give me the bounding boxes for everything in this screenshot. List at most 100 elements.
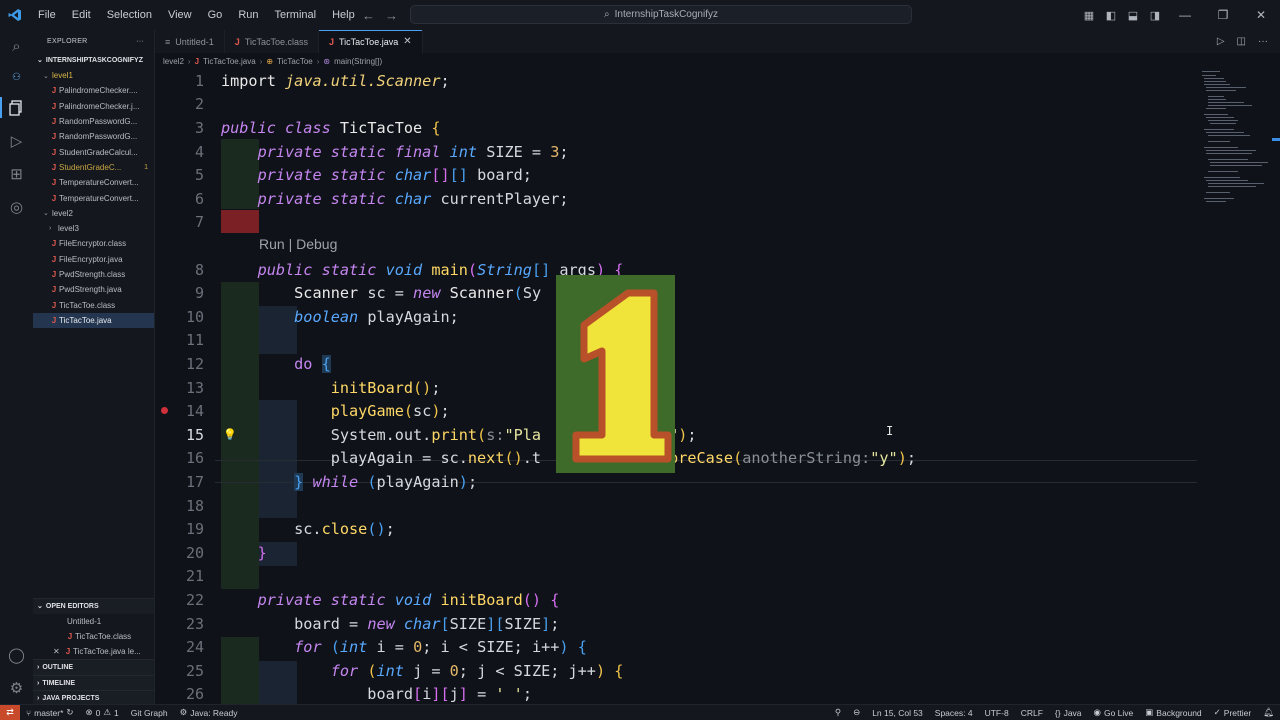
close-icon[interactable]: ✕	[53, 647, 63, 656]
code-line: } while (playAgain);	[294, 472, 478, 491]
file-studentgrade-class[interactable]: J StudentGradeCalcul...	[33, 144, 154, 159]
accounts-badge-icon[interactable]: ⚇	[0, 63, 33, 91]
file-tictactoe-class[interactable]: J TicTacToe.class	[33, 297, 154, 312]
outline-header[interactable]: › OUTLINE	[33, 659, 154, 675]
file-palindrome-java[interactable]: J PalindromeChecker.j...	[33, 99, 154, 114]
debug-status-icon[interactable]: ⚲	[829, 707, 847, 718]
vscode-logo-icon	[0, 0, 30, 30]
tab-tictactoe-class[interactable]: J TicTacToe.class	[225, 30, 319, 53]
java-projects-header[interactable]: › JAVA PROJECTS	[33, 690, 154, 704]
menu-help[interactable]: Help	[324, 0, 363, 30]
remote-explorer-icon[interactable]: ◎	[0, 190, 33, 223]
restore-icon[interactable]: ❐	[1204, 0, 1242, 30]
close-tab-icon[interactable]: ✕	[403, 36, 411, 47]
command-center-search[interactable]: ⌕ InternshipTaskCognifyz	[410, 5, 912, 24]
file-temperature-java[interactable]: J TemperatureConvert...	[33, 190, 154, 205]
go-live[interactable]: ◉ Go Live	[1088, 707, 1140, 718]
java-status[interactable]: ⚙ Java: Ready	[174, 707, 244, 718]
branch-icon: ⑂	[26, 707, 32, 718]
file-pwdstrength-java[interactable]: J PwdStrength.java	[33, 282, 154, 297]
file-label: StudentGradeC...	[59, 162, 122, 172]
cursor-position[interactable]: Ln 15, Col 53	[866, 708, 929, 718]
breadcrumb: level2 › J TicTacToe.java › ⊕ TicTacToe …	[155, 53, 1280, 69]
manage-gear-icon[interactable]: ⚙	[0, 671, 33, 704]
line-number: 18	[185, 496, 204, 515]
more-actions-icon[interactable]: ···	[1258, 36, 1268, 47]
account-icon[interactable]: ◯	[0, 638, 33, 671]
explorer-icon[interactable]	[0, 91, 33, 124]
search-view-icon[interactable]: ⌕	[0, 30, 33, 63]
broadcast-icon: ◉	[1093, 707, 1101, 717]
menu-view[interactable]: View	[160, 0, 200, 30]
menu-edit[interactable]: Edit	[64, 0, 99, 30]
folder-level1[interactable]: ⌄ level1	[33, 68, 154, 83]
minimap[interactable]	[1200, 69, 1272, 229]
menu-file[interactable]: File	[30, 0, 64, 30]
menu-go[interactable]: Go	[200, 0, 231, 30]
encoding[interactable]: UTF-8	[979, 708, 1015, 718]
end-of-line[interactable]: CRLF	[1015, 708, 1049, 718]
forward-arrow-icon[interactable]: →	[385, 8, 398, 23]
problems-indicator[interactable]: ⊗ 0 ⚠ 1	[80, 707, 125, 718]
open-editors-header[interactable]: ⌄ OPEN EDITORS	[33, 598, 154, 614]
more-actions-icon[interactable]: ···	[136, 38, 144, 45]
back-arrow-icon[interactable]: ←	[362, 8, 375, 23]
run-file-icon[interactable]: ▷	[1217, 36, 1225, 47]
chevron-down-icon: ⌄	[37, 57, 43, 64]
menu-terminal[interactable]: Terminal	[267, 0, 325, 30]
codelens-run-debug[interactable]: Run | Debug	[259, 236, 337, 252]
timeline-header[interactable]: › TIMELINE	[33, 674, 154, 691]
file-randompassword-java[interactable]: J RandomPasswordG...	[33, 129, 154, 144]
project-folder-header[interactable]: ⌄ INTERNSHIPTASKCOGNIFYZ	[33, 52, 154, 68]
toggle-secondary-sidebar-icon[interactable]: ◨	[1144, 0, 1166, 30]
language-mode[interactable]: {} Java	[1049, 708, 1088, 718]
toggle-panel-icon[interactable]: ⬓	[1122, 0, 1144, 30]
open-editor-untitled[interactable]: Untitled-1	[33, 614, 154, 629]
open-editor-tictactoe-java[interactable]: ✕ J TicTacToe.java le...	[33, 644, 154, 659]
command-center-label: InternshipTaskCognifyz	[614, 9, 718, 20]
notifications-bell-icon[interactable]: 🔔︎	[1257, 707, 1280, 718]
file-pwdstrength-class[interactable]: J PwdStrength.class	[33, 267, 154, 282]
zoom-icon[interactable]: ⊖	[847, 707, 866, 718]
scrollbar-position-marker[interactable]	[1272, 138, 1280, 141]
toggle-primary-sidebar-icon[interactable]: ◧	[1100, 0, 1122, 30]
file-temperature-class[interactable]: J TemperatureConvert...	[33, 175, 154, 190]
close-window-icon[interactable]: ✕	[1242, 0, 1280, 30]
git-branch[interactable]: ⑂ master* ↻	[20, 707, 80, 718]
folder-level2[interactable]: ⌄ level2	[33, 206, 154, 221]
menu-selection[interactable]: Selection	[99, 0, 160, 30]
line-number: 22	[185, 590, 204, 609]
git-graph[interactable]: Git Graph	[125, 708, 174, 718]
background-ext[interactable]: ▣ Background	[1139, 707, 1207, 718]
breadcrumb-folder[interactable]: level2	[163, 57, 184, 66]
outline-title: OUTLINE	[42, 664, 74, 672]
prettier[interactable]: ✓ Prettier	[1208, 707, 1258, 718]
indentation[interactable]: Spaces: 4	[929, 708, 979, 718]
code-editor[interactable]: 1 import java.util.Scanner; 2 3 public cla…	[155, 69, 1197, 704]
file-studentgrade-java[interactable]: J StudentGradeC... 1	[33, 160, 154, 175]
file-tictactoe-java[interactable]: J TicTacToe.java	[33, 312, 154, 329]
tab-untitled-1[interactable]: ≡ Untitled-1	[155, 30, 225, 53]
file-fileencryptor-class[interactable]: J FileEncryptor.class	[33, 236, 154, 251]
minimize-icon[interactable]: —	[1166, 0, 1204, 30]
customize-layout-icon[interactable]: ▦	[1078, 0, 1100, 30]
breadcrumb-file[interactable]: TicTacToe.java	[203, 57, 256, 66]
file-fileencryptor-java[interactable]: J FileEncryptor.java	[33, 252, 154, 267]
folder-level3[interactable]: › level3	[33, 221, 154, 236]
menu-bar: File Edit Selection View Go Run Terminal…	[30, 0, 363, 30]
tab-tictactoe-java[interactable]: J TicTacToe.java ✕	[319, 30, 423, 53]
extensions-icon[interactable]: ⊞	[0, 157, 33, 190]
remote-indicator-icon[interactable]: ⇄	[0, 704, 20, 720]
menu-run[interactable]: Run	[230, 0, 266, 30]
code-line: for (int j = 0; j < SIZE; j++) {	[330, 661, 624, 680]
breadcrumb-method[interactable]: main(String[])	[334, 57, 382, 66]
run-debug-icon[interactable]: ▷	[0, 124, 33, 157]
file-palindrome-class[interactable]: J PalindromeChecker....	[33, 83, 154, 98]
file-label: PalindromeChecker.j...	[59, 101, 140, 111]
split-editor-icon[interactable]: ◫	[1237, 36, 1246, 47]
code-line: private static final int SIZE = 3;	[257, 142, 569, 161]
open-editor-tictactoe-class[interactable]: J TicTacToe.class	[33, 629, 154, 644]
breadcrumb-class[interactable]: TicTacToe	[277, 57, 313, 66]
file-randompassword-class[interactable]: J RandomPasswordG...	[33, 114, 154, 129]
java-status-icon: ⚙	[179, 707, 188, 717]
